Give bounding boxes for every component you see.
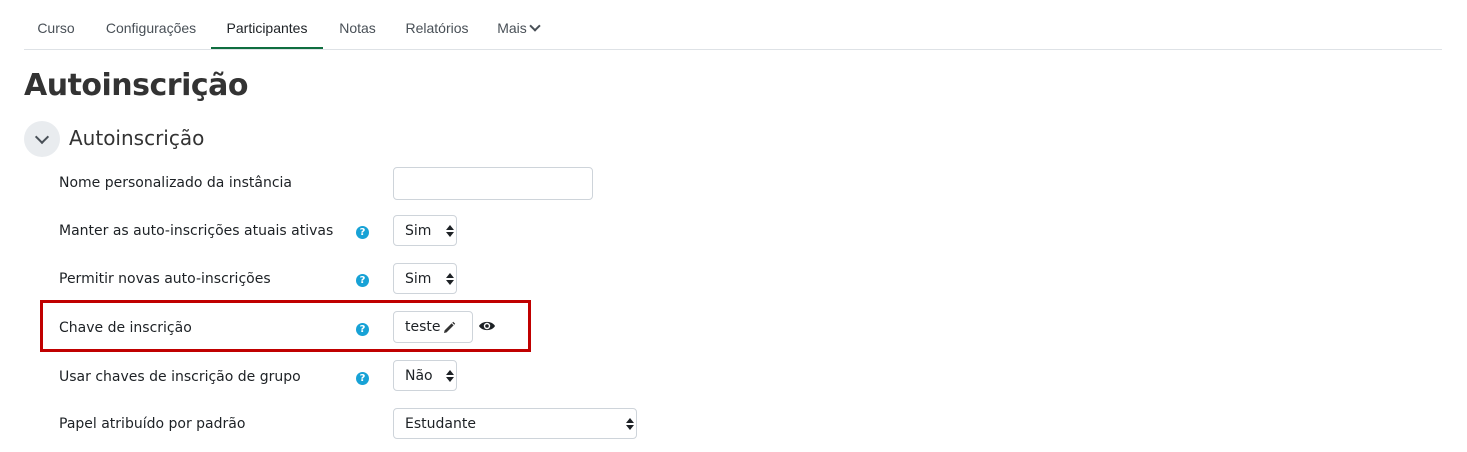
help-icon[interactable]: ? [356, 323, 369, 336]
tab-configuracoes[interactable]: Configurações [98, 8, 204, 48]
group-keys-value: Não [405, 368, 433, 384]
help-icon[interactable]: ? [356, 372, 369, 385]
instance-name-label: Nome personalizado da instância [59, 175, 292, 191]
section-collapse-toggle[interactable] [24, 121, 60, 157]
enrolment-key-field[interactable]: teste [393, 311, 473, 343]
chevron-down-icon [529, 20, 541, 32]
enrolment-key-value: teste [405, 319, 441, 335]
chevron-down-icon [34, 129, 50, 145]
pencil-icon [444, 321, 456, 333]
allow-new-value: Sim [405, 271, 432, 287]
eye-icon[interactable] [478, 320, 496, 332]
default-role-value: Estudante [405, 416, 476, 432]
default-role-select[interactable]: Estudante [393, 408, 637, 439]
allow-new-label: Permitir novas auto-inscrições [59, 271, 271, 287]
page-title: Autoinscrição [24, 68, 249, 103]
help-icon[interactable]: ? [356, 226, 369, 239]
group-keys-label: Usar chaves de inscrição de grupo [59, 369, 301, 385]
keep-current-label: Manter as auto-inscrições atuais ativas [59, 223, 334, 239]
tab-mais[interactable]: Mais [489, 8, 547, 48]
instance-name-input[interactable] [393, 167, 593, 200]
allow-new-select[interactable]: Sim [393, 263, 457, 294]
tab-mais-label: Mais [497, 20, 527, 36]
default-role-label: Papel atribuído por padrão [59, 416, 246, 432]
enrolment-key-label: Chave de inscrição [59, 320, 192, 336]
section-title: Autoinscrição [69, 126, 205, 150]
tab-notas[interactable]: Notas [331, 8, 384, 48]
tab-participantes[interactable]: Participantes [211, 8, 323, 49]
secondary-navigation: Curso Configurações Participantes Notas … [24, 8, 1442, 50]
help-icon[interactable]: ? [356, 274, 369, 287]
keep-current-value: Sim [405, 223, 432, 239]
tab-curso[interactable]: Curso [24, 8, 88, 48]
keep-current-select[interactable]: Sim [393, 215, 457, 246]
tab-relatorios[interactable]: Relatórios [397, 8, 477, 48]
group-keys-select[interactable]: Não [393, 360, 457, 391]
